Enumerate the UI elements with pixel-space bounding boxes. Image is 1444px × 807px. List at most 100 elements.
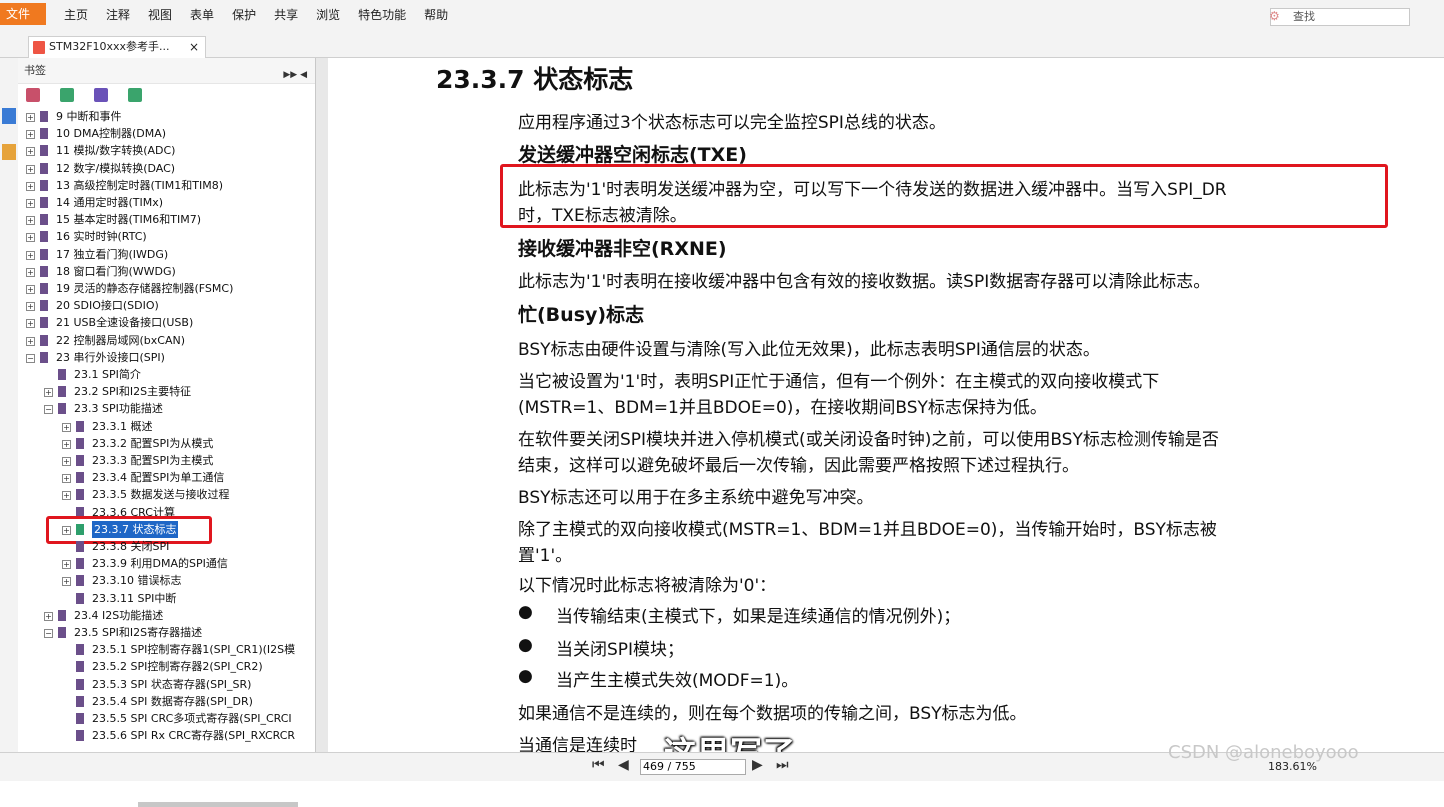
next-page-icon[interactable]: ▶ bbox=[752, 757, 763, 773]
expand-icon[interactable]: + bbox=[26, 199, 35, 208]
bookmark-label: 13 高级控制定时器(TIM1和TIM8) bbox=[56, 178, 223, 192]
bookmark-icon bbox=[40, 351, 48, 363]
expand-icon[interactable]: + bbox=[26, 147, 35, 157]
menu-share[interactable]: 共享 bbox=[274, 6, 298, 23]
expand-icon[interactable]: + bbox=[26, 319, 35, 329]
bookmark-label: 10 DMA控制器(DMA) bbox=[56, 127, 167, 141]
search-input[interactable]: ⚙ 查找 bbox=[1269, 8, 1410, 26]
properties-bookmark-icon[interactable] bbox=[128, 88, 142, 102]
menu-features[interactable]: 特色功能 bbox=[358, 6, 406, 23]
expand-icon[interactable]: + bbox=[26, 285, 35, 294]
menu-protect[interactable]: 保护 bbox=[232, 6, 256, 23]
bookmark-label: 23.3.3 配置SPI为主模式 bbox=[92, 454, 214, 467]
bookmark-icon bbox=[40, 214, 48, 226]
bookmark-label: 23.5.2 SPI控制寄存器2(SPI_CR2) bbox=[92, 660, 263, 674]
panel-collapse-icon[interactable]: ▶▶ ◀ bbox=[283, 62, 307, 88]
page-number-input[interactable]: 469 / 755 bbox=[640, 759, 746, 775]
busy-text-11: 当通信是连续时 bbox=[518, 736, 637, 752]
expand-icon[interactable]: + bbox=[26, 164, 35, 174]
expand-icon[interactable]: + bbox=[26, 113, 35, 122]
bookmark-label: 17 独立看门狗(IWDG) bbox=[56, 247, 169, 261]
bookmark-label: 14 通用定时器(TIMx) bbox=[56, 196, 164, 209]
bookmark-label: 23.5.6 SPI Rx CRC寄存器(SPI_RXCRCR bbox=[92, 729, 296, 743]
bookmark-icon bbox=[76, 695, 84, 707]
expand-icon[interactable]: + bbox=[26, 250, 35, 260]
bookmark-icon bbox=[40, 179, 48, 191]
menu-view[interactable]: 视图 bbox=[148, 6, 172, 23]
bookmark-icon bbox=[40, 162, 48, 174]
expand-icon[interactable]: + bbox=[26, 267, 35, 277]
tab-document[interactable]: STM32F10xxx参考手... × bbox=[28, 36, 206, 58]
bookmark-label: 23.3.11 SPI中断 bbox=[92, 591, 177, 605]
expand-icon[interactable]: + bbox=[26, 181, 35, 191]
bookmark-icon bbox=[76, 678, 84, 690]
bookmark-icon bbox=[76, 713, 84, 724]
busy-title: 忙(Busy)标志 bbox=[518, 304, 645, 326]
busy-text-10: 如果通信不是连续的，则在每个数据项的传输之间，BSY标志为低。 bbox=[518, 704, 1027, 724]
collapse-icon[interactable]: − bbox=[44, 405, 53, 415]
expand-icon[interactable]: + bbox=[62, 577, 71, 587]
bookmark-label: 19 灵活的静态存储器控制器(FSMC) bbox=[56, 282, 234, 295]
bookmark-label: 23 串行外设接口(SPI) bbox=[56, 350, 165, 364]
expand-icon[interactable]: + bbox=[26, 130, 35, 140]
layers-icon[interactable] bbox=[2, 144, 16, 160]
expand-icon[interactable]: + bbox=[62, 439, 71, 449]
expand-icon[interactable]: + bbox=[62, 422, 71, 432]
expand-icon[interactable]: + bbox=[44, 611, 53, 621]
last-page-icon[interactable]: ⏭ bbox=[776, 757, 789, 773]
bookmark-icon bbox=[76, 661, 84, 673]
tab-title: STM32F10xxx参考手... bbox=[49, 40, 170, 53]
delete-bookmark-icon[interactable] bbox=[26, 88, 40, 102]
bookmark-label: 18 窗口看门狗(WWDG) bbox=[56, 264, 176, 278]
bookmark-label: 16 实时时钟(RTC) bbox=[56, 230, 147, 244]
bookmark-label: 23.2 SPI和I2S主要特征 bbox=[74, 385, 192, 399]
bookmark-icon bbox=[58, 386, 66, 398]
bookmark-label: 23.3.5 数据发送与接收过程 bbox=[92, 488, 230, 502]
expand-icon[interactable]: + bbox=[26, 233, 35, 243]
bookmark-label: 9 中断和事件 bbox=[56, 110, 122, 123]
bookmark-label: 22 控制器局域网(bxCAN) bbox=[56, 333, 186, 347]
menu-help[interactable]: 帮助 bbox=[424, 6, 448, 23]
bookmark-icon bbox=[76, 730, 84, 742]
bookmark-label: 23.5.1 SPI控制寄存器1(SPI_CR1)(I2S模 bbox=[92, 643, 296, 657]
expand-icon[interactable]: + bbox=[62, 491, 71, 501]
move-bookmark-icon[interactable] bbox=[94, 88, 108, 102]
collapse-icon[interactable]: − bbox=[44, 629, 53, 638]
bookmark-icon bbox=[40, 197, 48, 208]
bookmark-icon bbox=[40, 111, 48, 122]
menu-browse[interactable]: 浏览 bbox=[316, 6, 340, 23]
close-icon[interactable]: × bbox=[189, 37, 199, 57]
menu-file[interactable]: 文件 bbox=[0, 3, 46, 25]
pdf-icon bbox=[33, 41, 45, 54]
expand-icon[interactable]: + bbox=[26, 302, 35, 312]
bookmark-icon bbox=[40, 300, 48, 312]
collapse-icon[interactable]: − bbox=[26, 353, 35, 363]
expand-icon[interactable]: + bbox=[44, 388, 53, 398]
horizontal-scrollbar[interactable] bbox=[138, 802, 298, 807]
prev-page-icon[interactable]: ◀ bbox=[618, 757, 629, 773]
expand-icon[interactable]: + bbox=[62, 474, 71, 484]
add-bookmark-icon[interactable] bbox=[60, 88, 74, 102]
bullet-dot: ● bbox=[518, 602, 533, 622]
rxne-title: 接收缓冲器非空(RXNE) bbox=[518, 238, 727, 260]
busy-text-3: (MSTR=1、BDM=1并且BDOE=0)，在接收期间BSY标志保持为低。 bbox=[518, 398, 1047, 418]
bookmark-icon bbox=[40, 283, 48, 294]
expand-icon[interactable]: + bbox=[26, 336, 35, 346]
bookmark-label: 20 SDIO接口(SDIO) bbox=[56, 299, 159, 313]
first-page-icon[interactable]: ⏮ bbox=[592, 757, 605, 773]
expand-icon[interactable]: + bbox=[62, 457, 71, 466]
bookmark-label: 23.3.10 错误标志 bbox=[92, 574, 182, 588]
menu-form[interactable]: 表单 bbox=[190, 6, 214, 23]
menu-annotate[interactable]: 注释 bbox=[106, 6, 130, 23]
expand-icon[interactable]: + bbox=[62, 560, 71, 570]
bullet-text-1: 当传输结束(主模式下，如果是连续通信的情况例外)； bbox=[556, 607, 961, 627]
bookmark-icon bbox=[40, 317, 48, 329]
pages-icon[interactable] bbox=[2, 108, 16, 124]
document-view: 23.3.7 状态标志 应用程序通过3个状态标志可以完全监控SPI总线的状态。 … bbox=[328, 58, 1444, 752]
bullet-dot: ● bbox=[518, 635, 533, 655]
menu-home[interactable]: 主页 bbox=[64, 6, 88, 23]
panel-splitter[interactable] bbox=[316, 58, 328, 752]
bookmark-icon bbox=[40, 128, 48, 140]
expand-icon[interactable]: + bbox=[26, 216, 35, 226]
bookmark-label: 23.3.4 配置SPI为单工通信 bbox=[92, 471, 225, 485]
